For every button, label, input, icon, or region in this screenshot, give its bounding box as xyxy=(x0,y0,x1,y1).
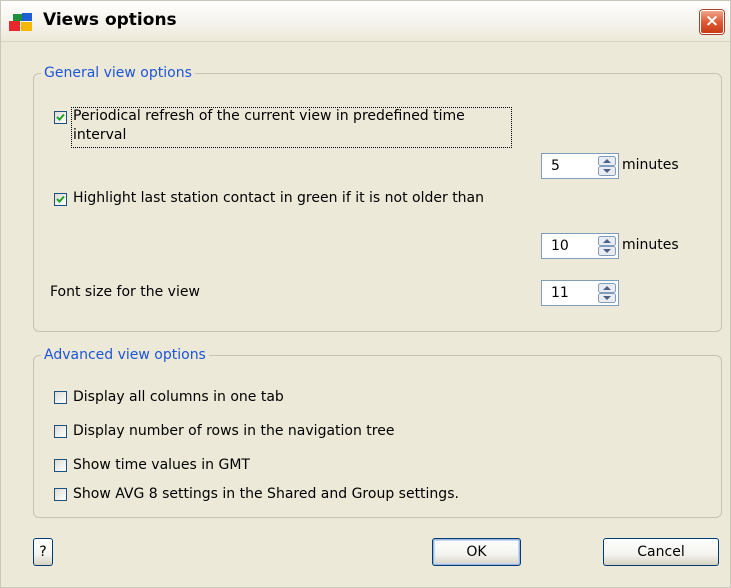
checkmark-icon xyxy=(56,113,65,121)
help-button[interactable]: ? xyxy=(33,538,53,566)
checkmark-icon xyxy=(56,195,65,203)
display-all-columns-checkbox[interactable] xyxy=(54,391,67,404)
gmt-time-label[interactable]: Show time values in GMT xyxy=(73,457,250,473)
refresh-label-line2[interactable]: interval xyxy=(73,127,126,143)
highlight-interval-value[interactable]: 10 xyxy=(551,238,569,254)
close-icon[interactable]: × xyxy=(700,10,724,34)
highlight-checkbox[interactable] xyxy=(54,193,67,206)
refresh-label-line1[interactable]: Periodical refresh of the current view i… xyxy=(73,108,465,124)
font-size-value[interactable]: 11 xyxy=(551,285,569,301)
refresh-interval-value[interactable]: 5 xyxy=(551,158,560,174)
display-rows-count-checkbox[interactable] xyxy=(54,425,67,438)
display-all-columns-label[interactable]: Display all columns in one tab xyxy=(73,389,284,405)
spinner-arrows-icon[interactable] xyxy=(598,156,616,176)
font-size-label: Font size for the view xyxy=(50,284,200,300)
cancel-button[interactable]: Cancel xyxy=(603,538,719,566)
avg8-settings-label[interactable]: Show AVG 8 settings in the Shared and Gr… xyxy=(73,486,459,502)
ok-button[interactable]: OK xyxy=(432,538,521,566)
general-group-title: General view options xyxy=(44,65,192,81)
refresh-interval-spinner[interactable]: 5 xyxy=(541,153,619,179)
spinner-arrows-icon[interactable] xyxy=(598,236,616,256)
title-bar[interactable]: Views options × xyxy=(1,1,730,42)
avg-logo-icon xyxy=(9,13,32,31)
avg8-settings-checkbox[interactable] xyxy=(54,488,67,501)
gmt-time-checkbox[interactable] xyxy=(54,459,67,472)
highlight-interval-spinner[interactable]: 10 xyxy=(541,233,619,259)
font-size-spinner[interactable]: 11 xyxy=(541,280,619,306)
refresh-checkbox[interactable] xyxy=(54,111,67,124)
advanced-group-title: Advanced view options xyxy=(44,347,206,363)
dialog-title: Views options xyxy=(43,10,177,30)
refresh-unit-label: minutes xyxy=(622,157,679,173)
highlight-label[interactable]: Highlight last station contact in green … xyxy=(73,190,484,206)
display-rows-count-label[interactable]: Display number of rows in the navigation… xyxy=(73,423,394,439)
spinner-arrows-icon[interactable] xyxy=(598,283,616,303)
highlight-unit-label: minutes xyxy=(622,237,679,253)
views-options-dialog: Views options × General view options Per… xyxy=(0,0,731,588)
